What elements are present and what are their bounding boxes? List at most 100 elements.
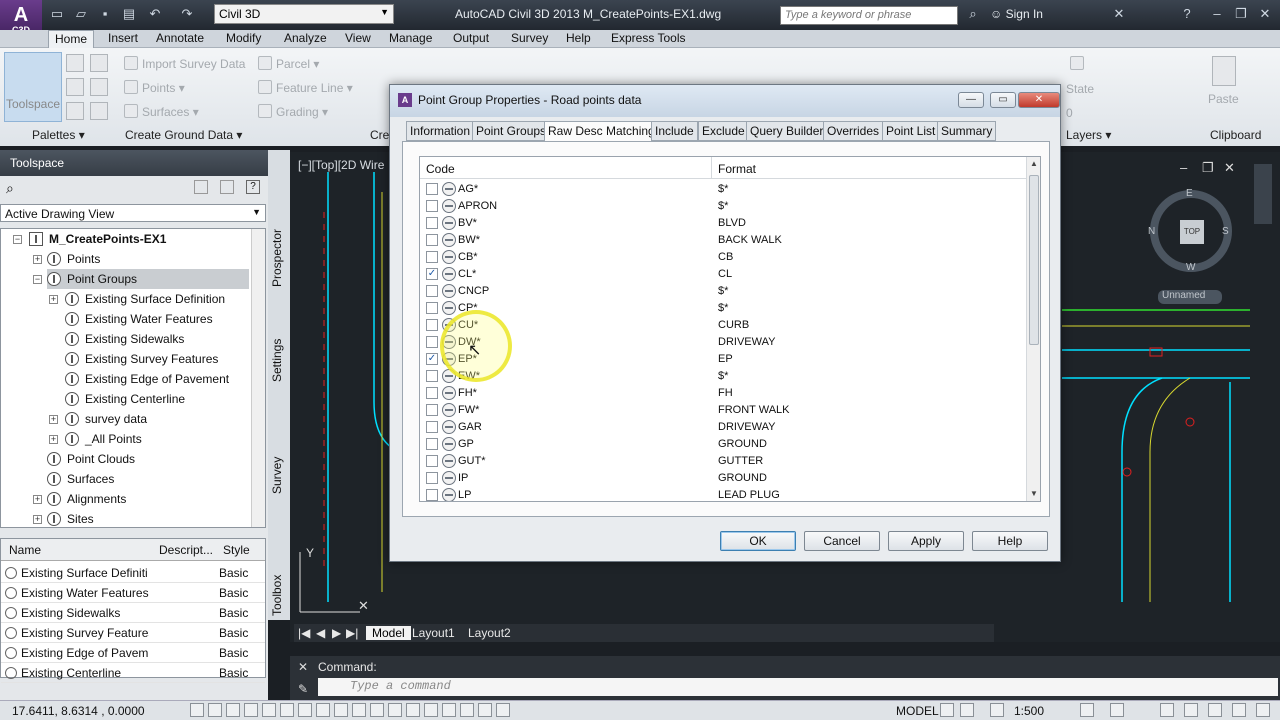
tab-analyze[interactable]: Analyze <box>278 30 333 48</box>
close-window-icon[interactable]: ✕ <box>1256 5 1274 23</box>
tree-item-point-groups[interactable]: Point Groups <box>47 269 249 289</box>
row-checkbox[interactable] <box>426 387 438 399</box>
selection-cycling-icon[interactable] <box>424 703 438 717</box>
column-code[interactable]: Code <box>426 162 455 176</box>
toolspace-view-icon[interactable] <box>220 180 234 194</box>
row-checkbox[interactable] <box>426 200 438 212</box>
tab-raw-desc-matching[interactable]: Raw Desc Matching <box>544 121 659 142</box>
palette-icon[interactable] <box>90 54 108 72</box>
grid-scrollbar[interactable]: ▲ ▼ <box>1026 157 1040 501</box>
row-checkbox[interactable] <box>426 421 438 433</box>
grid-icon[interactable] <box>226 703 240 717</box>
tree-item-point-clouds[interactable]: Point Clouds <box>47 449 135 469</box>
annotation-scale[interactable]: 1:500 <box>1014 704 1044 718</box>
list-item[interactable]: Existing Centerline Basic <box>1 663 265 683</box>
table-row[interactable]: CP* $* <box>420 300 1026 317</box>
row-checkbox[interactable]: ✓ <box>426 353 438 365</box>
tree-item-group[interactable]: Existing Sidewalks <box>65 329 184 349</box>
row-checkbox[interactable] <box>426 455 438 467</box>
expand-icon[interactable]: + <box>49 435 58 444</box>
layout-nav-next[interactable]: ▶ <box>332 626 341 640</box>
tree-item-group[interactable]: survey data <box>65 409 147 429</box>
tree-item-group[interactable]: Existing Centerline <box>65 389 185 409</box>
row-checkbox[interactable] <box>426 302 438 314</box>
points-button[interactable]: Points ▾ <box>124 80 185 95</box>
table-row[interactable]: CB* CB <box>420 249 1026 266</box>
isolate-objects-icon[interactable] <box>1208 703 1222 717</box>
lineweight-icon[interactable] <box>370 703 384 717</box>
import-survey-data-button[interactable]: Import Survey Data <box>124 56 245 71</box>
tab-point-groups[interactable]: Point Groups <box>472 121 551 141</box>
palette-icon[interactable] <box>66 102 84 120</box>
tab-home[interactable]: Home <box>48 30 95 48</box>
scroll-up-icon[interactable]: ▲ <box>1030 159 1038 168</box>
paste-button[interactable]: Paste <box>1208 92 1239 106</box>
row-checkbox[interactable] <box>426 370 438 382</box>
table-row[interactable]: IP GROUND <box>420 470 1026 487</box>
tree-item-group[interactable]: _All Points <box>65 429 142 449</box>
tree-item-group[interactable]: Existing Edge of Pavement <box>65 369 229 389</box>
column-name[interactable]: Name <box>9 543 41 557</box>
tab-insert[interactable]: Insert <box>102 30 144 48</box>
column-format[interactable]: Format <box>718 162 756 176</box>
tree-item-points[interactable]: Points <box>47 249 100 269</box>
orbit-icon[interactable] <box>496 703 510 717</box>
viewport-minimize-icon[interactable]: – <box>1180 160 1187 175</box>
list-item[interactable]: Existing Water Features Basic <box>1 583 265 603</box>
row-checkbox[interactable] <box>426 438 438 450</box>
dialog-close-icon[interactable]: ✕ <box>1018 92 1060 108</box>
tab-include[interactable]: Include <box>651 121 698 141</box>
tab-manage[interactable]: Manage <box>383 30 438 48</box>
coordinate-readout[interactable]: 17.6411, 8.6314 , 0.0000 <box>12 704 145 718</box>
tree-item-surfaces[interactable]: Surfaces <box>47 469 114 489</box>
tree-item-alignments[interactable]: Alignments <box>47 489 126 509</box>
tree-item-drawing[interactable]: M_CreatePoints-EX1 <box>29 229 166 249</box>
row-checkbox[interactable] <box>426 404 438 416</box>
tab-layout1[interactable]: Layout1 <box>412 626 455 640</box>
table-row[interactable]: GUT* GUTTER <box>420 453 1026 470</box>
restore-window-icon[interactable]: ❐ <box>1232 5 1250 23</box>
infer-constraints-icon[interactable] <box>190 703 204 717</box>
tab-survey[interactable]: Survey <box>270 450 288 500</box>
tab-output[interactable]: Output <box>447 30 495 48</box>
tab-point-list[interactable]: Point List <box>882 121 940 141</box>
help-button[interactable]: Help <box>972 531 1048 551</box>
viewport-restore-icon[interactable]: ❐ <box>1202 160 1214 176</box>
expand-icon[interactable]: + <box>33 255 42 264</box>
exchange-icon[interactable]: ✕ <box>1110 5 1128 23</box>
column-style[interactable]: Style <box>223 543 250 557</box>
list-item[interactable]: Existing Survey Features Basic <box>1 623 265 643</box>
minimize-window-icon[interactable]: – <box>1208 5 1226 23</box>
tab-annotate[interactable]: Annotate <box>150 30 210 48</box>
table-row[interactable]: BV* BLVD <box>420 215 1026 232</box>
row-checkbox[interactable] <box>426 234 438 246</box>
row-checkbox[interactable] <box>426 489 438 501</box>
collapse-icon[interactable]: − <box>13 235 22 244</box>
palette-icon[interactable] <box>90 78 108 96</box>
tab-express-tools[interactable]: Express Tools <box>605 30 691 48</box>
ucs-menu[interactable]: Unnamed <box>1158 290 1222 304</box>
transparency-icon[interactable] <box>388 703 402 717</box>
binoculars-icon[interactable]: ⌕ <box>964 5 982 23</box>
table-row[interactable]: FW* FRONT WALK <box>420 402 1026 419</box>
viewport-close-icon[interactable]: ✕ <box>1224 160 1235 176</box>
clean-screen-icon[interactable] <box>1256 703 1270 717</box>
table-row[interactable]: ✓ CL* CL <box>420 266 1026 283</box>
table-row[interactable]: GAR DRIVEWAY <box>420 419 1026 436</box>
tree-item-group[interactable]: Existing Surface Definition <box>65 289 225 309</box>
layer-tools[interactable] <box>1070 56 1088 71</box>
annotation-monitor-icon[interactable] <box>442 703 456 717</box>
surfaces-button[interactable]: Surfaces ▾ <box>124 104 199 119</box>
dyn-icon[interactable] <box>352 703 366 717</box>
table-row[interactable]: LP LEAD PLUG <box>420 487 1026 501</box>
feature-line-button[interactable]: Feature Line ▾ <box>258 80 353 95</box>
save-icon[interactable]: ▪ <box>96 5 114 23</box>
tab-overrides[interactable]: Overrides <box>823 121 884 141</box>
list-item[interactable]: Existing Edge of Pavem Basic <box>1 643 265 663</box>
panel-create-design[interactable]: Cre <box>370 128 389 142</box>
ok-button[interactable]: OK <box>720 531 796 551</box>
apply-button[interactable]: Apply <box>888 531 964 551</box>
maximize-icon[interactable]: ▭ <box>990 92 1016 108</box>
scroll-thumb[interactable] <box>1029 175 1039 345</box>
wrench-icon[interactable]: ✎ <box>298 682 308 696</box>
